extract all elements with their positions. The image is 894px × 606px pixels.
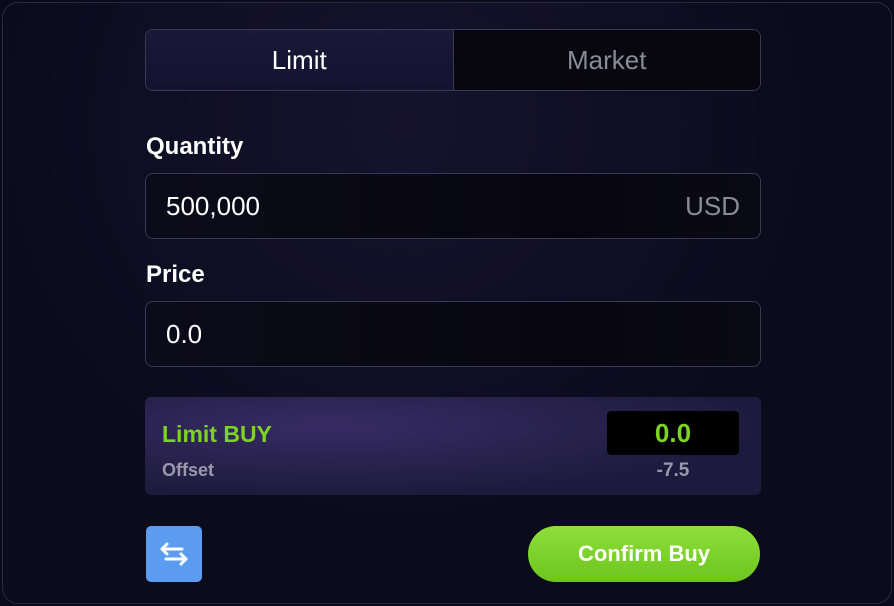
price-label: Price <box>146 261 205 288</box>
quantity-label: Quantity <box>146 133 244 160</box>
order-type-tabs: Limit Market <box>145 29 761 91</box>
summary-price: 0.0 <box>607 411 739 455</box>
offset-value: -7.5 <box>656 460 690 481</box>
order-panel: Limit Market Quantity 500,000 USD Price … <box>2 2 892 604</box>
quantity-field[interactable]: 500,000 USD <box>145 173 761 239</box>
offset-label: Offset <box>162 460 215 480</box>
order-summary: Limit BUY Offset 0.0 -7.5 <box>145 397 761 495</box>
swap-button[interactable] <box>146 526 202 582</box>
summary-title: Limit BUY <box>162 421 272 447</box>
quantity-unit: USD <box>685 190 740 221</box>
tab-market[interactable]: Market <box>453 30 760 90</box>
tab-limit[interactable]: Limit <box>146 30 454 90</box>
confirm-buy-button[interactable]: Confirm Buy <box>528 526 760 582</box>
price-field[interactable]: 0.0 <box>145 301 761 367</box>
swap-arrows-icon <box>160 542 188 566</box>
price-value: 0.0 <box>166 318 203 349</box>
quantity-value: 500,000 <box>166 190 260 221</box>
